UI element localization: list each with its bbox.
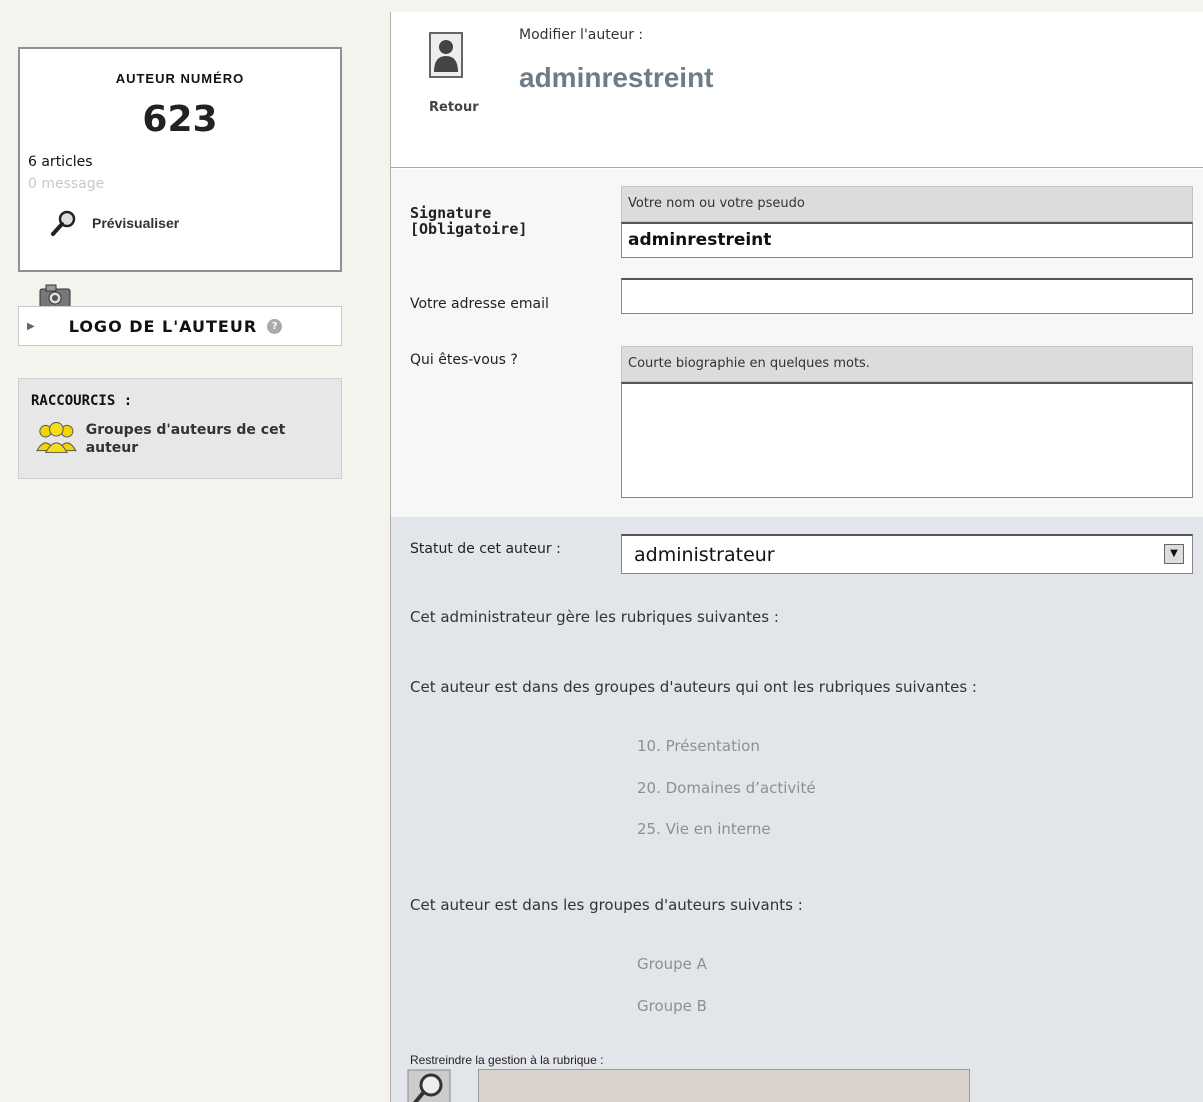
- author-logo-label: LOGO DE L'AUTEUR: [68, 316, 258, 336]
- bio-hint: Courte biographie en quelques mots.: [621, 346, 1193, 382]
- author-form: Signature [Obligatoire] Votre nom ou vot…: [391, 169, 1203, 517]
- shortcuts-box: RACCOURCIS : Groupes d'auteurs de cet au…: [18, 378, 342, 479]
- bio-label: Qui êtes-vous ?: [410, 352, 518, 368]
- shortcuts-title: RACCOURCIS :: [31, 393, 133, 409]
- back-button[interactable]: [429, 32, 463, 78]
- author-icon: [434, 40, 458, 72]
- signature-hint: Votre nom ou votre pseudo: [621, 186, 1193, 222]
- email-label: Votre adresse email: [410, 296, 549, 312]
- author-number-label: AUTEUR NUMÉRO: [115, 71, 245, 86]
- rubrique-item: 20. Domaines d’activité: [637, 779, 816, 797]
- rubrique-item: 10. Présentation: [637, 737, 760, 755]
- rubrique-search-input[interactable]: [478, 1069, 970, 1102]
- author-info-box: AUTEUR NUMÉRO 623 6 articles 0 message P…: [18, 47, 342, 272]
- articles-count: 6 articles: [28, 154, 93, 170]
- panel-header: Retour Modifier l'auteur : adminrestrein…: [391, 12, 1203, 168]
- bio-textarea[interactable]: [621, 382, 1193, 498]
- admin-rubriques-text: Cet administrateur gère les rubriques su…: [410, 608, 779, 626]
- status-select[interactable]: administrateur ▼: [621, 534, 1193, 574]
- group-item: Groupe A: [637, 955, 707, 973]
- expand-arrow-icon: ▶: [27, 320, 35, 332]
- dropdown-arrow-icon: ▼: [1164, 544, 1184, 564]
- restrict-label: Restreindre la gestion à la rubrique :: [410, 1053, 604, 1067]
- status-value: administrateur: [634, 544, 775, 566]
- modify-author-label: Modifier l'auteur :: [519, 27, 644, 43]
- groups-text: Cet auteur est dans les groupes d'auteur…: [410, 896, 803, 914]
- back-label[interactable]: Retour: [429, 100, 479, 115]
- help-icon[interactable]: ?: [267, 318, 283, 334]
- messages-count: 0 message: [28, 176, 105, 192]
- page-title: adminrestreint: [519, 62, 714, 93]
- group-icon: [36, 421, 77, 454]
- edit-author-panel: Retour Modifier l'auteur : adminrestrein…: [390, 12, 1203, 1102]
- rubrique-item: 25. Vie en interne: [637, 820, 771, 838]
- status-label: Statut de cet auteur :: [410, 541, 561, 557]
- signature-label: Signature [Obligatoire]: [410, 204, 528, 238]
- author-groups-link[interactable]: Groupes d'auteurs de cet auteur: [35, 421, 335, 457]
- email-field[interactable]: [621, 278, 1193, 314]
- author-number: 623: [142, 99, 218, 140]
- groups-rubriques-text: Cet auteur est dans des groupes d'auteur…: [410, 678, 977, 696]
- group-item: Groupe B: [637, 997, 707, 1015]
- signature-field[interactable]: adminrestreint: [621, 222, 1193, 258]
- preview-label: Prévisualiser: [92, 215, 180, 231]
- author-logo-toggle[interactable]: ▶ LOGO DE L'AUTEUR ?: [18, 306, 342, 346]
- author-groups-label: Groupes d'auteurs de cet auteur: [85, 422, 286, 456]
- preview-link[interactable]: Prévisualiser: [50, 209, 179, 237]
- search-icon[interactable]: [407, 1069, 451, 1102]
- magnifier-icon: [51, 210, 76, 236]
- status-section: Statut de cet auteur : administrateur ▼ …: [391, 517, 1203, 1102]
